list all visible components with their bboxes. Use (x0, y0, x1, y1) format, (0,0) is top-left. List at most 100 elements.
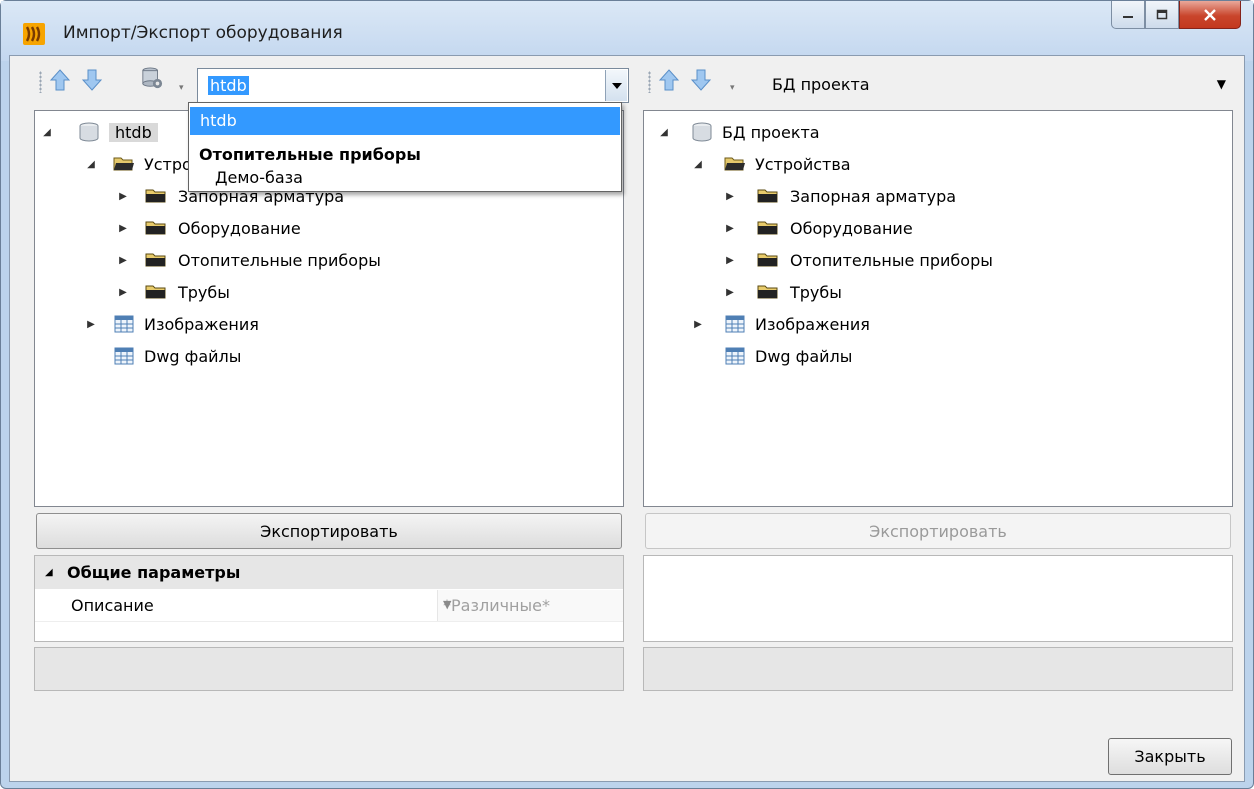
database-icon (692, 122, 712, 142)
tree-node-images[interactable]: ▶ Изображения (35, 309, 623, 339)
tree-node-item[interactable]: ▶ Отопительные приборы (644, 245, 1232, 275)
tree-node-item[interactable]: ▶ Оборудование (644, 213, 1232, 243)
tree-node-images[interactable]: ▶ Изображения (644, 309, 1232, 339)
tree-label-root: htdb (109, 122, 158, 142)
tree-label-item: Трубы (790, 282, 842, 302)
table-icon (725, 315, 745, 333)
expand-icon[interactable]: ▶ (85, 319, 97, 330)
table-icon (114, 315, 134, 333)
tree-label-item: Отопительные приборы (790, 250, 993, 270)
folder-icon (145, 253, 166, 267)
property-row[interactable]: Описание *Различные* ▼ (35, 590, 623, 622)
collapse-icon[interactable]: ◢ (41, 127, 53, 138)
tree-node-devices[interactable]: ◢ Устройства (644, 149, 1232, 179)
chevron-down-icon[interactable]: ▼ (443, 598, 609, 611)
expand-icon[interactable]: ▶ (724, 287, 736, 298)
property-value-field[interactable]: *Различные* ▼ (437, 590, 623, 621)
arrow-up-icon[interactable] (658, 68, 680, 92)
tree-node-root[interactable]: ◢ БД проекта (644, 117, 1232, 147)
tree-node-item[interactable]: ▶ Трубы (644, 277, 1232, 307)
title-bar: Импорт/Экспорт оборудования (1, 1, 1253, 61)
property-grid (643, 555, 1233, 642)
close-button[interactable]: Закрыть (1108, 738, 1232, 775)
folder-icon (757, 189, 778, 203)
property-group-header[interactable]: ◢ Общие параметры (35, 556, 623, 589)
collapse-icon[interactable]: ◢ (45, 567, 53, 578)
tree-node-item[interactable]: ▶ Отопительные приборы (35, 245, 623, 275)
tree-label-images: Изображения (755, 314, 870, 334)
tree-label-devices: Устройства (755, 154, 851, 174)
import-export-window: Импорт/Экспорт оборудования ▾ htdb ◢ htd… (0, 0, 1254, 789)
table-icon (114, 347, 134, 365)
toolbar-grip[interactable] (648, 71, 651, 93)
chevron-down-icon (611, 82, 622, 89)
source-db-combo-value: htdb (208, 76, 249, 95)
minimize-button[interactable] (1111, 1, 1145, 29)
tree-node-dwg[interactable]: Dwg файлы (644, 341, 1232, 371)
database-settings-icon[interactable] (141, 66, 163, 90)
dropdown-option[interactable]: Демо-база (190, 166, 620, 190)
folder-icon (757, 253, 778, 267)
combo-dropdown-button[interactable] (605, 70, 627, 101)
folder-icon (145, 189, 166, 203)
tree-label-item: Отопительные приборы (178, 250, 381, 270)
expand-icon[interactable]: ▶ (724, 255, 736, 266)
minimize-icon (1123, 15, 1133, 18)
tree-node-dwg[interactable]: Dwg файлы (35, 341, 623, 371)
tree-label-dwg: Dwg файлы (755, 346, 853, 366)
tree-node-item[interactable]: ▶ Трубы (35, 277, 623, 307)
folder-icon (145, 285, 166, 299)
target-panel: ▾ БД проекта ▼ ◢ БД проекта ◢ Устройства… (642, 63, 1239, 691)
target-tree: ◢ БД проекта ◢ Устройства ▶ Запорная арм… (643, 110, 1233, 507)
folder-icon (145, 221, 166, 235)
collapse-icon[interactable]: ◢ (658, 127, 670, 138)
tree-node-item[interactable]: ▶ Запорная арматура (644, 181, 1232, 211)
source-db-dropdown-list: htdb Отопительные приборы Демо-база (188, 102, 622, 192)
expand-icon[interactable]: ▶ (117, 191, 129, 202)
property-group-title: Общие параметры (67, 563, 241, 582)
expand-icon[interactable]: ▶ (692, 319, 704, 330)
arrow-down-icon[interactable] (81, 68, 103, 92)
open-folder-icon (724, 157, 745, 171)
database-icon (79, 122, 99, 142)
target-db-combo-value: БД проекта (772, 75, 870, 94)
app-logo-icon (23, 23, 45, 45)
chevron-down-icon[interactable]: ▼ (1217, 68, 1226, 101)
export-button[interactable]: Экспортировать (645, 513, 1231, 549)
expand-icon[interactable]: ▶ (117, 223, 129, 234)
close-window-button[interactable] (1179, 1, 1241, 29)
collapse-icon[interactable]: ◢ (692, 159, 704, 170)
dropdown-option[interactable]: htdb (190, 107, 620, 135)
arrow-up-icon[interactable] (49, 68, 71, 92)
tree-label-item: Оборудование (178, 218, 301, 238)
folder-icon (757, 221, 778, 235)
toolbar-overflow-icon[interactable]: ▾ (730, 83, 735, 93)
window-controls (1111, 1, 1241, 31)
source-db-combo[interactable]: htdb (197, 68, 629, 103)
tree-label-item: Оборудование (790, 218, 913, 238)
arrow-down-icon[interactable] (690, 68, 712, 92)
expand-icon[interactable]: ▶ (724, 223, 736, 234)
toolbar-grip[interactable] (39, 71, 42, 93)
open-folder-icon (113, 157, 134, 171)
property-name: Описание (71, 596, 154, 615)
tree-label-root: БД проекта (722, 122, 820, 142)
tree-label-item: Запорная арматура (790, 186, 957, 206)
expand-icon[interactable]: ▶ (117, 255, 129, 266)
target-db-combo[interactable]: БД проекта ▼ (762, 68, 1238, 103)
tree-label-item: Трубы (178, 282, 230, 302)
table-icon (725, 347, 745, 365)
maximize-button[interactable] (1145, 1, 1179, 29)
export-button[interactable]: Экспортировать (36, 513, 622, 549)
collapse-icon[interactable]: ◢ (85, 159, 97, 170)
dropdown-option[interactable]: Отопительные приборы (190, 141, 620, 169)
toolbar-overflow-icon[interactable]: ▾ (179, 83, 184, 93)
property-description (34, 647, 624, 691)
property-description (643, 647, 1233, 691)
tree-node-item[interactable]: ▶ Оборудование (35, 213, 623, 243)
property-grid: ◢ Общие параметры Описание *Различные* ▼ (34, 555, 624, 642)
expand-icon[interactable]: ▶ (724, 191, 736, 202)
window-title: Импорт/Экспорт оборудования (63, 23, 343, 43)
folder-icon (757, 285, 778, 299)
expand-icon[interactable]: ▶ (117, 287, 129, 298)
